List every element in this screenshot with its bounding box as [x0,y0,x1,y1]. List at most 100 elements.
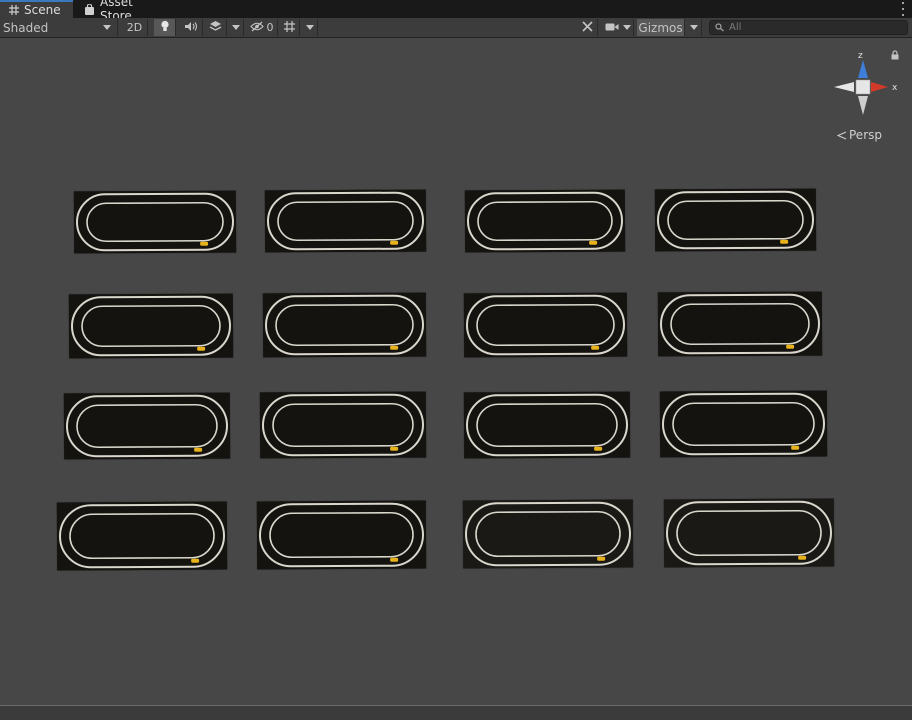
grid-icon [283,20,296,36]
track-inner-line [477,200,613,242]
track-inner-line [277,200,414,242]
camera-settings-button[interactable] [602,19,634,36]
track-start-marker [791,445,800,450]
track-tile[interactable] [63,392,231,460]
track-outer-line [467,191,623,251]
axis-z-cone[interactable] [858,60,868,78]
track-inner-line [667,199,804,241]
track-artwork [660,293,820,355]
track-start-marker [591,345,600,350]
lighting-toggle-button[interactable] [154,19,176,36]
axis-z-label: z [858,51,863,61]
scene-toolbar: Shaded 2D 0 Gizmos All [0,18,912,38]
track-inner-line [670,302,810,346]
eye-slash-icon [249,21,264,35]
track-inner-line [475,510,621,558]
track-artwork [259,502,424,568]
track-artwork [262,393,424,457]
audio-toggle-button[interactable] [179,19,203,36]
grid-dropdown-button[interactable] [302,19,318,36]
track-artwork [466,393,628,457]
shading-mode-dropdown[interactable]: Shaded [0,19,118,36]
track-inner-line [676,509,822,557]
track-start-marker [200,241,209,246]
more-options-icon[interactable] [900,2,906,16]
bottom-edge [0,705,912,720]
gizmos-button[interactable]: Gizmos [637,19,685,36]
track-artwork [657,190,814,250]
track-tile[interactable] [264,189,427,253]
track-artwork [662,392,825,456]
bag-icon [84,3,95,15]
track-start-marker [780,239,789,244]
track-tile[interactable] [262,292,427,358]
track-tile[interactable] [256,500,427,570]
tab-scene-label: Scene [24,3,61,17]
axis-x-cone[interactable] [871,82,888,92]
track-start-marker [197,346,206,351]
axis-neg-z-cone[interactable] [858,96,868,115]
track-inner-line [275,303,414,347]
track-start-marker [390,557,399,562]
search-icon [715,21,725,35]
track-tile[interactable] [463,391,631,459]
axis-x-label: x [892,83,898,93]
track-tile[interactable] [654,188,817,252]
track-tile[interactable] [462,499,634,569]
grid-toggle-button[interactable] [280,19,300,36]
scene-viewport[interactable] [0,38,912,705]
track-tile[interactable] [657,291,823,357]
effects-toggle-button[interactable] [205,19,227,36]
track-start-marker [390,345,399,350]
shading-mode-value: Shaded [3,20,49,35]
search-input[interactable] [729,22,899,33]
perspective-icon [837,130,847,140]
track-inner-line [69,512,215,560]
track-tile[interactable] [56,501,228,571]
chevron-down-icon [689,25,698,30]
effects-dropdown-button[interactable] [228,19,244,36]
tab-asset-store[interactable]: Asset Store [76,0,172,23]
track-inner-line [672,401,815,447]
grid-hash-icon [8,5,19,16]
axis-neg-x-cone[interactable] [834,82,854,92]
track-artwork [666,500,832,566]
track-inner-line [272,402,414,448]
track-tile[interactable] [73,190,237,254]
track-outer-line [657,190,814,250]
track-inner-line [81,304,221,348]
track-start-marker [194,447,203,452]
chevron-down-icon [103,25,111,30]
track-start-marker [594,446,603,451]
track-artwork [66,394,228,458]
scene-search-field[interactable] [709,20,908,35]
tools-button[interactable] [578,19,598,36]
projection-toggle[interactable]: Persp [837,128,882,142]
chevron-down-icon [622,25,631,30]
layers-icon [209,20,222,35]
track-tile[interactable] [663,498,835,568]
track-start-marker [597,556,606,561]
lock-icon[interactable] [890,50,900,60]
track-tile[interactable] [659,390,828,458]
chevron-down-icon [305,25,314,30]
track-start-marker [390,240,399,245]
track-outer-line [267,191,424,251]
track-tile[interactable] [259,391,427,459]
track-artwork [71,295,231,357]
track-artwork [465,501,631,567]
wrench-cross-icon [581,20,594,36]
track-tile[interactable] [463,292,628,358]
track-tile[interactable] [68,293,234,359]
gizmos-dropdown-button[interactable] [686,19,702,36]
track-tile[interactable] [464,189,626,253]
scene-visibility-button[interactable]: 0 [246,19,278,36]
tab-scene[interactable]: Scene [0,0,73,18]
track-artwork [265,294,424,356]
track-artwork [467,191,623,251]
toggle-2d-button[interactable]: 2D [122,19,148,36]
track-inner-line [86,201,224,243]
track-start-marker [390,446,399,451]
track-inner-line [76,403,218,449]
gizmo-center-cube[interactable] [855,79,871,95]
